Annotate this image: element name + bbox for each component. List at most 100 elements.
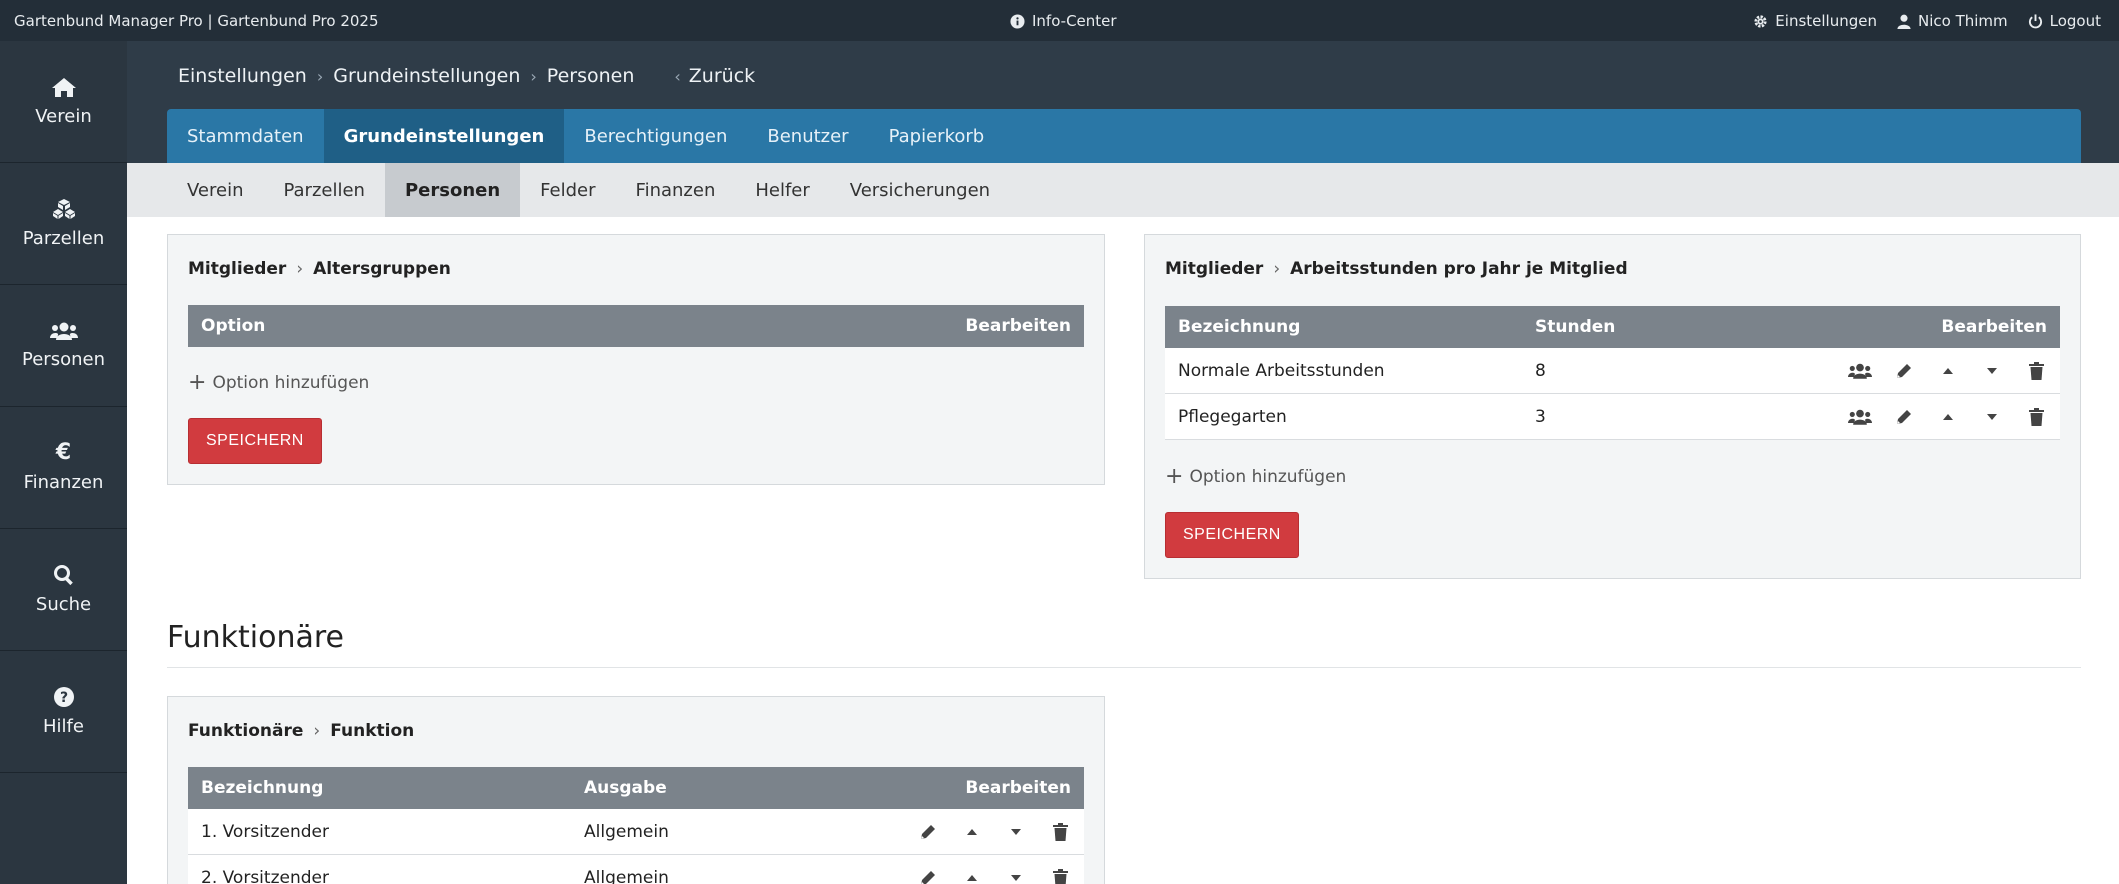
parcels-icon	[52, 198, 76, 220]
subtab-personen[interactable]: Personen	[384, 163, 521, 217]
pencil-icon[interactable]	[916, 866, 940, 884]
tab-benutzer[interactable]: Benutzer	[747, 109, 868, 163]
move-up-icon[interactable]	[960, 866, 984, 884]
info-icon	[1010, 13, 1025, 29]
move-up-icon[interactable]	[1936, 405, 1960, 429]
back-label: Zurück	[688, 65, 756, 87]
functions-panel: Funktionäre › Funktion Bezeichnung Ausga…	[167, 696, 1105, 884]
row-actions	[1848, 405, 2048, 429]
sidebar-item-hilfe[interactable]: ? Hilfe	[0, 651, 127, 773]
users-icon	[49, 321, 78, 341]
plus-icon: +	[1165, 464, 1184, 489]
row-name: 1. Vorsitzender	[201, 821, 329, 842]
pencil-icon[interactable]	[916, 820, 940, 844]
age-groups-panel: Mitglieder › Altersgruppen Option Bearbe…	[167, 234, 1105, 485]
row-output: Allgemein	[584, 867, 669, 884]
add-option-link[interactable]: + Option hinzufügen	[188, 370, 370, 395]
sidebar-item-parzellen[interactable]: Parzellen	[0, 163, 127, 285]
sidebar-item-suche[interactable]: Suche	[0, 529, 127, 651]
trash-icon[interactable]	[2024, 405, 2048, 429]
chevron-right-icon: ›	[296, 259, 304, 279]
subtab-felder[interactable]: Felder	[520, 163, 615, 217]
panel-breadcrumb: Funktionäre › Funktion	[188, 721, 414, 741]
table-header: Bezeichnung Stunden Bearbeiten	[1165, 306, 2060, 348]
row-actions	[916, 820, 1072, 844]
move-down-icon[interactable]	[1004, 820, 1028, 844]
info-center-label: Info-Center	[1032, 12, 1117, 30]
sidebar: Verein Parzellen Personen € Finanzen Suc…	[0, 41, 127, 884]
settings-label: Einstellungen	[1775, 12, 1877, 30]
sidebar-item-label: Parzellen	[22, 228, 105, 249]
move-down-icon[interactable]	[1004, 866, 1028, 884]
user-icon	[1897, 14, 1911, 29]
search-icon	[53, 564, 75, 586]
logout-link[interactable]: Logout	[2028, 12, 2101, 30]
move-up-icon[interactable]	[960, 820, 984, 844]
chevron-right-icon: ›	[1273, 259, 1281, 279]
table-row: 2. Vorsitzender Allgemein	[188, 855, 1084, 884]
tab-grundeinstellungen[interactable]: Grundeinstellungen	[323, 109, 565, 163]
panel-crumb-officials: Funktionäre	[188, 721, 304, 741]
assign-users-icon[interactable]	[1848, 359, 1872, 383]
assign-users-icon[interactable]	[1848, 405, 1872, 429]
tab-papierkorb[interactable]: Papierkorb	[869, 109, 1005, 163]
table-header: Option Bearbeiten	[188, 305, 1084, 347]
trash-icon[interactable]	[1048, 820, 1072, 844]
table-row: 1. Vorsitzender Allgemein	[188, 809, 1084, 855]
move-down-icon[interactable]	[1980, 359, 2004, 383]
col-edit: Bearbeiten	[1941, 317, 2047, 337]
sidebar-item-personen[interactable]: Personen	[0, 285, 127, 407]
panel-breadcrumb: Mitglieder › Arbeitsstunden pro Jahr je …	[1165, 259, 1628, 279]
back-link[interactable]: ‹ Zurück	[674, 65, 755, 87]
main-tabs: Stammdaten Grundeinstellungen Berechtigu…	[167, 109, 2081, 163]
user-menu[interactable]: Nico Thimm	[1897, 12, 2008, 30]
col-hours: Stunden	[1535, 317, 1616, 337]
add-option-label: Option hinzufügen	[1189, 467, 1347, 487]
add-option-label: Option hinzufügen	[212, 373, 370, 393]
user-name: Nico Thimm	[1917, 12, 2008, 30]
tab-stammdaten[interactable]: Stammdaten	[167, 109, 324, 163]
trash-icon[interactable]	[2024, 359, 2048, 383]
gear-icon	[1753, 14, 1768, 29]
work-hours-table: Bezeichnung Stunden Bearbeiten Normale A…	[1165, 306, 2060, 440]
settings-link[interactable]: Einstellungen	[1753, 12, 1877, 30]
col-output: Ausgabe	[584, 778, 667, 798]
info-center-link[interactable]: Info-Center	[1010, 12, 1117, 30]
add-option-link[interactable]: + Option hinzufügen	[1165, 464, 1347, 489]
chevron-right-icon: ›	[530, 66, 537, 86]
subtab-finanzen[interactable]: Finanzen	[616, 163, 736, 217]
move-up-icon[interactable]	[1936, 359, 1960, 383]
panel-crumb-members: Mitglieder	[1165, 259, 1264, 279]
breadcrumb-item-grundeinstellungen[interactable]: Grundeinstellungen	[333, 65, 520, 87]
trash-icon[interactable]	[1048, 866, 1072, 884]
svg-text:?: ?	[59, 690, 67, 706]
sidebar-item-verein[interactable]: Verein	[0, 41, 127, 163]
euro-icon: €	[55, 440, 72, 465]
subtab-verein[interactable]: Verein	[167, 163, 263, 217]
power-icon	[2028, 13, 2043, 29]
subtab-helfer[interactable]: Helfer	[735, 163, 829, 217]
sub-tabs: Verein Parzellen Personen Felder Finanze…	[127, 163, 2119, 217]
pencil-icon[interactable]	[1892, 359, 1916, 383]
pencil-icon[interactable]	[1892, 405, 1916, 429]
save-button[interactable]: SPEICHERN	[1165, 512, 1299, 558]
sidebar-item-finanzen[interactable]: € Finanzen	[0, 407, 127, 529]
plus-icon: +	[188, 370, 207, 395]
top-bar: Gartenbund Manager Pro | Gartenbund Pro …	[0, 0, 2119, 41]
row-actions	[916, 866, 1072, 884]
tab-berechtigungen[interactable]: Berechtigungen	[564, 109, 747, 163]
breadcrumb: Einstellungen › Grundeinstellungen › Per…	[178, 65, 755, 87]
subtab-parzellen[interactable]: Parzellen	[263, 163, 384, 217]
work-hours-panel: Mitglieder › Arbeitsstunden pro Jahr je …	[1144, 234, 2081, 579]
save-button[interactable]: SPEICHERN	[188, 418, 322, 464]
breadcrumb-item-einstellungen[interactable]: Einstellungen	[178, 65, 307, 87]
sidebar-item-label: Personen	[22, 349, 105, 370]
logout-label: Logout	[2049, 12, 2101, 30]
help-icon: ?	[53, 686, 75, 708]
col-edit: Bearbeiten	[965, 316, 1071, 336]
chevron-left-icon: ‹	[674, 66, 681, 86]
subtab-versicherungen[interactable]: Versicherungen	[830, 163, 1010, 217]
row-name: Normale Arbeitsstunden	[1178, 360, 1385, 381]
col-name: Bezeichnung	[1178, 317, 1301, 337]
move-down-icon[interactable]	[1980, 405, 2004, 429]
